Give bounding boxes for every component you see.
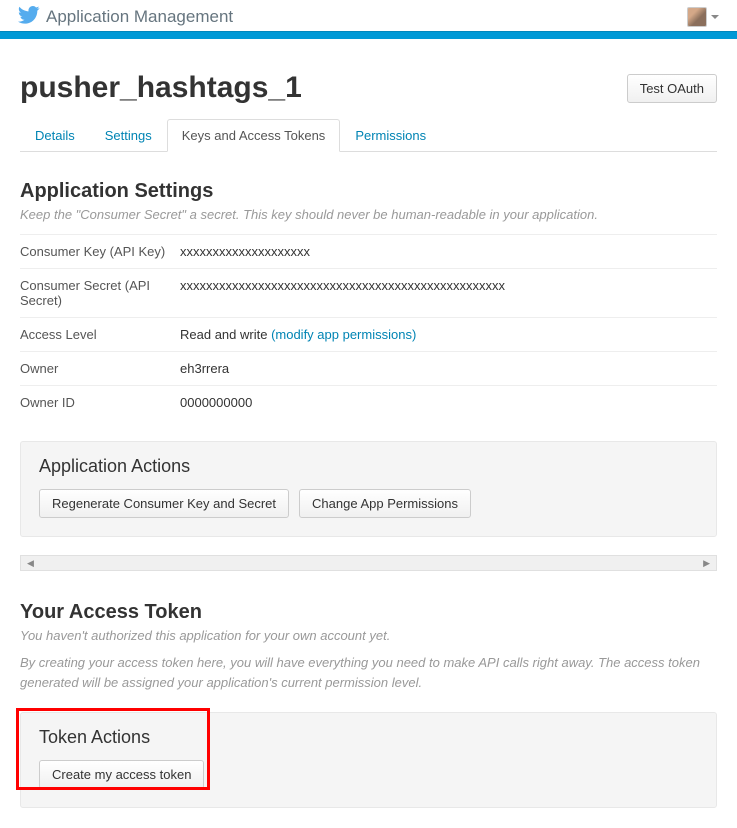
app-actions-panel: Application Actions Regenerate Consumer …	[20, 441, 717, 537]
tabs: Details Settings Keys and Access Tokens …	[20, 119, 717, 152]
app-title: pusher_hashtags_1	[20, 71, 302, 105]
create-access-token-button[interactable]: Create my access token	[39, 760, 204, 789]
chevron-down-icon	[711, 15, 719, 19]
owner-id-value: 0000000000	[180, 386, 717, 420]
consumer-key-label: Consumer Key (API Key)	[20, 235, 180, 269]
header-left: Application Management	[18, 6, 233, 27]
app-settings-heading: Application Settings	[20, 180, 717, 203]
access-token-sub1: You haven't authorized this application …	[20, 628, 717, 643]
access-level-text: Read and write	[180, 327, 271, 342]
table-row: Owner eh3rrera	[20, 352, 717, 386]
tab-permissions[interactable]: Permissions	[340, 119, 441, 152]
avatar	[687, 7, 707, 27]
app-actions-buttons: Regenerate Consumer Key and Secret Chang…	[39, 489, 698, 518]
owner-label: Owner	[20, 352, 180, 386]
app-actions-heading: Application Actions	[39, 456, 698, 477]
tab-keys[interactable]: Keys and Access Tokens	[167, 119, 341, 152]
table-row: Consumer Key (API Key) xxxxxxxxxxxxxxxxx…	[20, 235, 717, 269]
table-row: Consumer Secret (API Secret) xxxxxxxxxxx…	[20, 269, 717, 318]
access-token-section: Your Access Token You haven't authorized…	[20, 601, 717, 692]
tab-settings[interactable]: Settings	[90, 119, 167, 152]
access-level-value: Read and write (modify app permissions)	[180, 318, 717, 352]
twitter-bird-icon	[18, 6, 40, 27]
app-settings-subtext: Keep the "Consumer Secret" a secret. Thi…	[20, 207, 717, 222]
tab-details[interactable]: Details	[20, 119, 90, 152]
change-permissions-button[interactable]: Change App Permissions	[299, 489, 471, 518]
accent-bar	[0, 31, 737, 39]
consumer-key-value: xxxxxxxxxxxxxxxxxxxx	[180, 235, 717, 269]
main-content: pusher_hashtags_1 Test OAuth Details Set…	[0, 71, 737, 828]
table-row: Access Level Read and write (modify app …	[20, 318, 717, 352]
access-level-label: Access Level	[20, 318, 180, 352]
owner-value: eh3rrera	[180, 352, 717, 386]
title-row: pusher_hashtags_1 Test OAuth	[20, 71, 717, 105]
access-token-sub2: By creating your access token here, you …	[20, 653, 717, 692]
settings-table: Consumer Key (API Key) xxxxxxxxxxxxxxxxx…	[20, 234, 717, 419]
test-oauth-button[interactable]: Test OAuth	[627, 74, 717, 103]
regenerate-key-button[interactable]: Regenerate Consumer Key and Secret	[39, 489, 289, 518]
table-row: Owner ID 0000000000	[20, 386, 717, 420]
owner-id-label: Owner ID	[20, 386, 180, 420]
header-title: Application Management	[46, 7, 233, 27]
consumer-secret-value: xxxxxxxxxxxxxxxxxxxxxxxxxxxxxxxxxxxxxxxx…	[180, 269, 717, 318]
scroll-right-icon: ▶	[703, 558, 710, 569]
scroll-left-icon: ◀	[27, 558, 34, 569]
modify-permissions-link[interactable]: (modify app permissions)	[271, 327, 416, 342]
header: Application Management	[0, 0, 737, 31]
horizontal-scrollbar[interactable]: ◀ ▶	[20, 555, 717, 571]
token-actions-panel: Token Actions Create my access token	[20, 712, 717, 808]
token-actions-heading: Token Actions	[39, 727, 698, 748]
consumer-secret-label: Consumer Secret (API Secret)	[20, 269, 180, 318]
access-token-heading: Your Access Token	[20, 601, 717, 624]
token-panel-wrap: Token Actions Create my access token	[20, 712, 717, 808]
user-menu[interactable]	[687, 7, 719, 27]
